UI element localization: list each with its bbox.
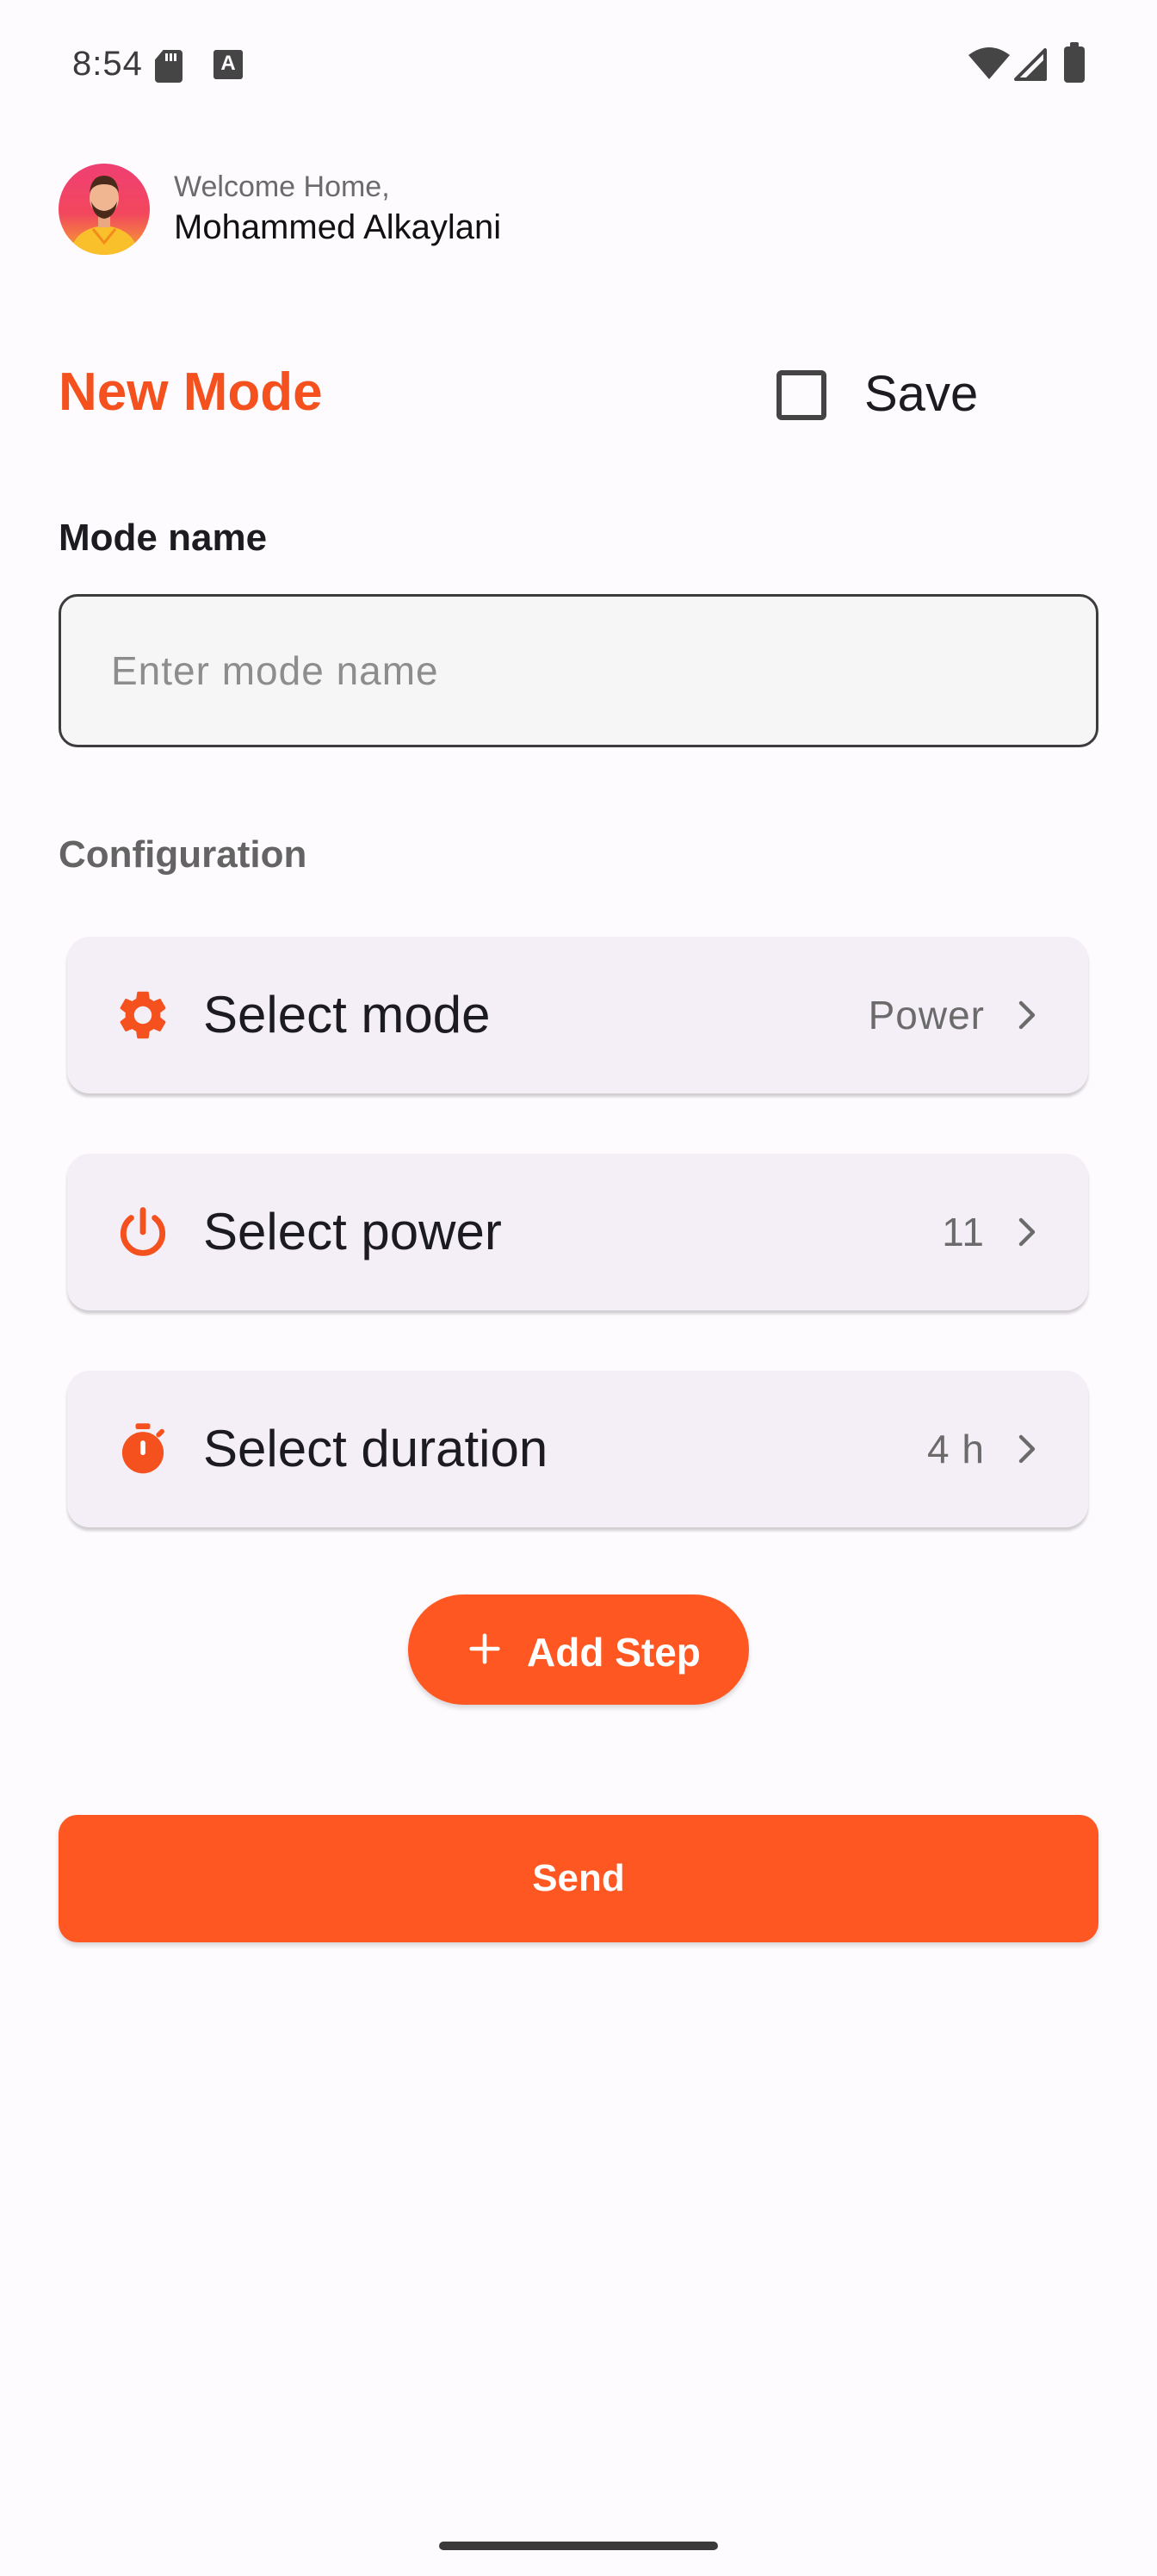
status-time: 8:54 <box>72 45 143 83</box>
select-mode-label: Select mode <box>203 986 491 1043</box>
chevron-right-icon <box>1018 1217 1036 1247</box>
user-name: Mohammed Alkaylani <box>174 208 502 246</box>
select-duration-label: Select duration <box>203 1420 548 1477</box>
home-indicator[interactable] <box>439 2542 718 2550</box>
page-title: New Mode <box>59 362 323 422</box>
select-power-label: Select power <box>203 1203 502 1260</box>
mode-name-label: Mode name <box>59 517 268 559</box>
avatar[interactable] <box>59 164 150 255</box>
gear-icon <box>120 991 166 1039</box>
text-a-icon: A <box>213 50 243 79</box>
save-checkbox[interactable] <box>776 370 826 420</box>
select-power-value: 11 <box>942 1210 985 1254</box>
select-power-item[interactable]: Select power 11 <box>67 1154 1088 1310</box>
select-mode-value: Power <box>868 993 985 1037</box>
select-duration-value: 4 h <box>927 1427 985 1471</box>
welcome-text: Welcome Home, <box>174 170 390 203</box>
mode-name-input[interactable] <box>59 594 1098 747</box>
select-duration-item[interactable]: Select duration 4 h <box>67 1371 1088 1527</box>
add-step-label: Add Step <box>527 1630 701 1675</box>
send-label: Send <box>532 1857 625 1899</box>
cellular-signal-icon <box>1014 48 1047 81</box>
wifi-icon <box>968 47 1010 79</box>
stopwatch-icon <box>121 1423 164 1474</box>
send-button[interactable]: Send <box>59 1815 1098 1942</box>
save-label[interactable]: Save <box>864 365 978 423</box>
chevron-right-icon <box>1018 1000 1036 1030</box>
plus-icon <box>469 1633 500 1664</box>
power-icon <box>120 1207 166 1256</box>
battery-icon <box>1064 42 1085 83</box>
configuration-label: Configuration <box>59 833 307 876</box>
select-mode-item[interactable]: Select mode Power <box>67 937 1088 1093</box>
sd-card-icon <box>155 50 183 83</box>
avatar-image <box>71 176 138 255</box>
chevron-right-icon <box>1018 1434 1036 1464</box>
add-step-button[interactable]: Add Step <box>408 1595 749 1705</box>
status-bar: 8:54 A <box>0 0 1157 138</box>
